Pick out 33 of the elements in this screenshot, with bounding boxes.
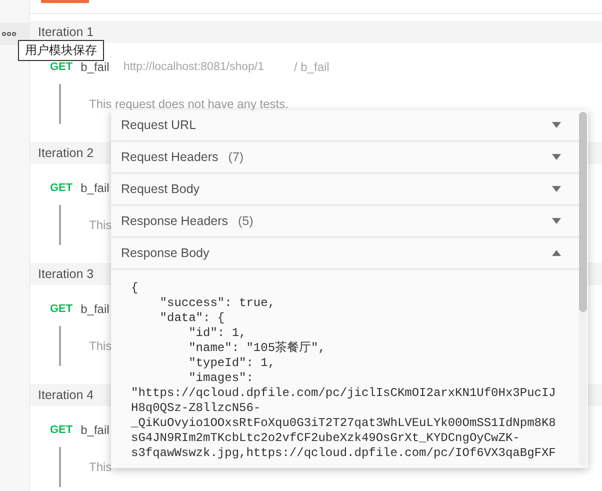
section-count: (5) [238, 214, 254, 228]
section-header[interactable]: Request Body [111, 174, 579, 206]
active-tab-indicator [41, 0, 89, 3]
section-title: Request URL [121, 118, 196, 132]
request-url: http://localhost:8081/shop/1 [123, 61, 264, 73]
response-body-code: { "success": true, "data": { "id": 1, "name": "105茶餐厅", "typeId": 1, "images": "https://qcloud.dpfile.com/pc/jiclIsCKmOI2arxKN1Uf0Hx3PucIJ H8q0QSz-Z8llzcN56- _QiKuOvyio1OOxsRtFoXqu0G3iT2T27qat3WhLVEuLYk00OmSS1IdNpm8K8 sG4JN9RIm2mTKcbLtc2o2vfCF2ubeXzk49OsGrXt_KYDCngOyCwZK- s3fqawWswzk.jpg,https://qcloud.dpfile.com/pc/IOf6VX3qaBgFXF [130, 280, 557, 461]
name-tooltip: 用户模块保存 [18, 40, 104, 61]
more-icon [2, 32, 16, 36]
section-count: (7) [228, 150, 244, 164]
section-header[interactable]: Response Headers (5) [111, 206, 579, 238]
test-note: This [89, 460, 112, 474]
section-title: Response Headers [121, 214, 228, 228]
scrollbar-thumb[interactable] [579, 112, 587, 312]
request-name: b_fail [80, 181, 110, 195]
test-note: This [89, 339, 112, 353]
request-name: b_fail [80, 423, 110, 437]
section-header[interactable]: Request URL [111, 110, 579, 142]
section-title: Response Body [121, 246, 210, 260]
more-button[interactable] [0, 23, 30, 45]
method-label: GET [50, 424, 73, 436]
section-title: Request Headers [121, 150, 218, 164]
method-label: GET [50, 61, 73, 73]
request-name: b_fail [80, 60, 110, 74]
request-name: b_fail [80, 302, 110, 316]
iteration-header[interactable]: Iteration 1 [30, 21, 602, 43]
section-header[interactable]: Request Headers (7) [111, 142, 579, 174]
method-label: GET [50, 303, 73, 315]
method-label: GET [50, 182, 73, 194]
test-note: This request does not have any tests. [89, 97, 288, 111]
test-note: This [89, 218, 112, 232]
section-header[interactable]: Response Body [111, 238, 579, 270]
section-title: Request Body [121, 182, 200, 196]
request-path: / b_fail [294, 60, 330, 74]
